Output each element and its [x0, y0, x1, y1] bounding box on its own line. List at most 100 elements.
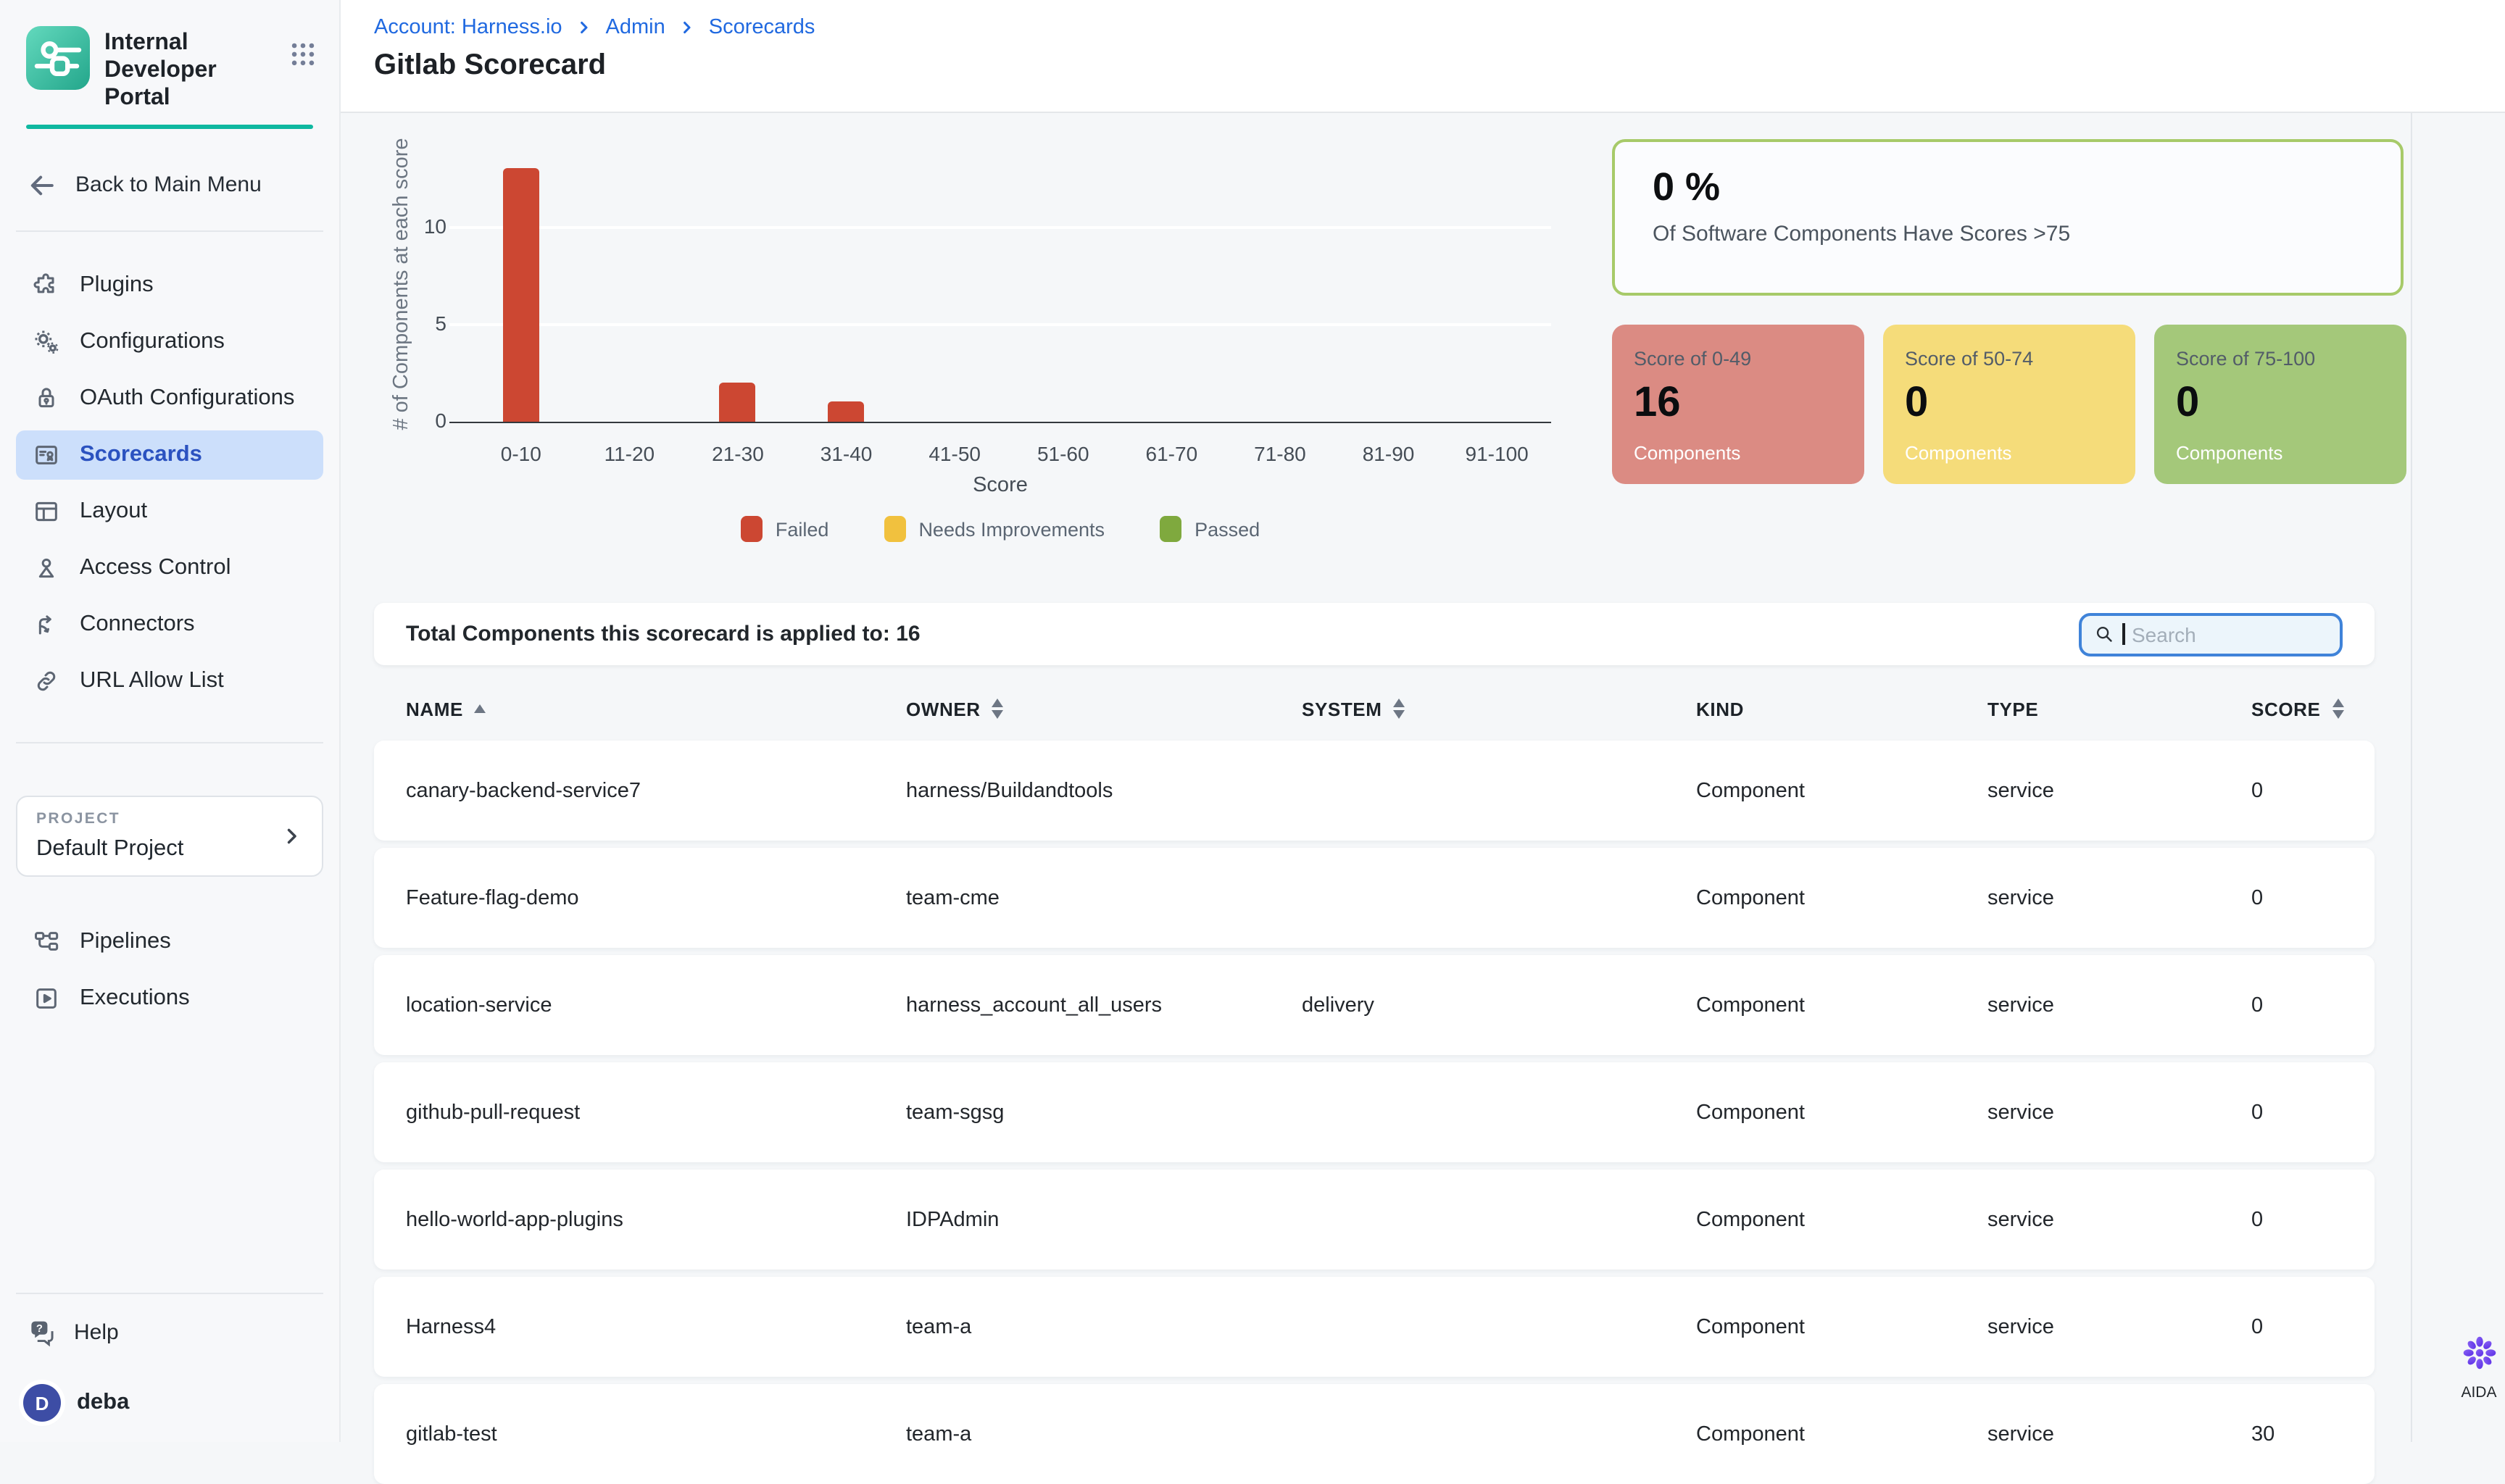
table-row[interactable]: Feature-flag-demo team-cme Component ser…: [374, 848, 2375, 948]
search-input[interactable]: [2132, 622, 2328, 646]
app-grid-icon[interactable]: [287, 38, 319, 70]
score-card-title: Score of 75-100: [2176, 348, 2385, 370]
bar-slot: [792, 401, 901, 421]
cell-owner: team-cme: [906, 886, 1302, 909]
sidebar-item-label: Scorecards: [80, 441, 202, 467]
legend-swatch: [884, 516, 905, 542]
table-row[interactable]: Harness4 team-a Component service 0: [374, 1277, 2375, 1377]
score-card-score-of-75-100: Score of 75-100 0 Components: [2154, 325, 2406, 484]
cell-owner: harness_account_all_users: [906, 993, 1302, 1017]
aida-widget[interactable]: AIDA: [2446, 1333, 2505, 1401]
legend-item-failed: Failed: [741, 516, 829, 542]
column-header-owner[interactable]: OWNER: [906, 698, 1302, 720]
column-label: NAME: [406, 698, 463, 720]
help-label: Help: [74, 1320, 119, 1344]
cell-type: service: [1987, 779, 2251, 802]
user-menu[interactable]: D deba: [16, 1381, 323, 1425]
cell-owner: harness/Buildandtools: [906, 779, 1302, 802]
cell-owner: team-sgsg: [906, 1101, 1302, 1124]
legend-item-passed: Passed: [1160, 516, 1260, 542]
chevron-right-icon: [678, 19, 696, 36]
sidebar-item-scorecards[interactable]: Scorecards: [16, 430, 323, 479]
layout-icon: [32, 496, 61, 525]
x-tick-label: 11-20: [576, 442, 684, 465]
column-header-system[interactable]: SYSTEM: [1302, 698, 1696, 720]
cell-name: Feature-flag-demo: [406, 886, 906, 909]
scorecards-icon: [32, 440, 61, 469]
back-to-main-menu[interactable]: Back to Main Menu: [0, 169, 339, 201]
brand-underline: [26, 124, 313, 128]
cell-name: gitlab-test: [406, 1422, 906, 1446]
back-to-main-menu-label: Back to Main Menu: [75, 172, 262, 197]
bar-slot: [467, 169, 576, 421]
y-tick-label: 5: [394, 312, 446, 335]
page-header: Account: Harness.io Admin Scorecards Git…: [341, 0, 2505, 113]
cell-type: service: [1987, 886, 2251, 909]
y-tick-label: 0: [394, 409, 446, 432]
chevron-right-icon: [576, 19, 593, 36]
total-components-label: Total Components this scorecard is appli…: [406, 622, 921, 646]
cell-score: 0: [2251, 779, 2343, 802]
table-row[interactable]: gitlab-test team-a Component service 30: [374, 1384, 2375, 1484]
cell-kind: Component: [1696, 1422, 1987, 1446]
score-range-cards: Score of 0-49 16 ComponentsScore of 50-7…: [1612, 325, 2406, 484]
column-label: OWNER: [906, 698, 981, 720]
breadcrumb: Account: Harness.io Admin Scorecards: [374, 16, 2505, 39]
table-row[interactable]: canary-backend-service7 harness/Buildand…: [374, 741, 2375, 841]
help-button[interactable]: ? Help: [16, 1312, 323, 1352]
oauth-icon: [32, 383, 61, 412]
score-card-title: Score of 0-49: [1634, 348, 1843, 370]
plugins-icon: [32, 270, 61, 299]
chart-x-axis-line: [449, 421, 1551, 423]
project-selector[interactable]: PROJECT Default Project: [16, 795, 323, 876]
cell-owner: team-a: [906, 1315, 1302, 1338]
table-row[interactable]: hello-world-app-plugins IDPAdmin Compone…: [374, 1170, 2375, 1270]
chart-x-tick-labels: 0-1011-2021-3031-4041-5051-6061-7071-808…: [467, 442, 1551, 465]
table-header-row: NAME OWNER SYSTEMKINDTYPE SCORE: [374, 691, 2375, 726]
breadcrumb-admin-link[interactable]: Admin: [606, 16, 665, 39]
cell-kind: Component: [1696, 993, 1987, 1017]
table-row[interactable]: location-service harness_account_all_use…: [374, 955, 2375, 1055]
search-icon: [2093, 623, 2115, 645]
legend-label: Needs Improvements: [918, 518, 1105, 540]
text-caret: [2122, 623, 2124, 645]
legend-swatch: [741, 516, 763, 542]
sidebar-item-oauth-configurations[interactable]: OAuth Configurations: [16, 373, 323, 422]
sidebar-item-connectors[interactable]: Connectors: [16, 599, 323, 649]
aida-flower-icon: [2459, 1333, 2498, 1372]
access-control-icon: [32, 553, 61, 582]
sidebar-item-url-allow-list[interactable]: URL Allow List: [16, 656, 323, 705]
app-root: Internal Developer Portal Back to Main M…: [0, 0, 2505, 1442]
score-card-score-of-50-74: Score of 50-74 0 Components: [1883, 325, 2135, 484]
breadcrumb-scorecards-link[interactable]: Scorecards: [709, 16, 815, 39]
cell-name: github-pull-request: [406, 1101, 906, 1124]
column-label: SCORE: [2251, 698, 2320, 720]
cell-score: 0: [2251, 993, 2343, 1017]
sidebar-item-access-control[interactable]: Access Control: [16, 543, 323, 592]
column-header-score[interactable]: SCORE: [2251, 698, 2343, 720]
sidebar-item-layout[interactable]: Layout: [16, 486, 323, 535]
pipelines-icon: [32, 927, 61, 956]
sidebar-project-menu: Pipelines Executions: [0, 917, 339, 1030]
percent-caption: Of Software Components Have Scores >75: [1653, 222, 2363, 246]
column-header-type[interactable]: TYPE: [1987, 698, 2251, 720]
table-row[interactable]: github-pull-request team-sgsg Component …: [374, 1062, 2375, 1162]
y-tick-label: 10: [394, 214, 446, 238]
executions-icon: [32, 983, 61, 1012]
sidebar-header: Internal Developer Portal: [0, 0, 339, 112]
breadcrumb-account-link[interactable]: Account: Harness.io: [374, 16, 562, 39]
sidebar-item-configurations[interactable]: Configurations: [16, 317, 323, 366]
column-label: TYPE: [1987, 698, 2038, 720]
x-tick-label: 0-10: [467, 442, 576, 465]
sidebar-item-executions[interactable]: Executions: [16, 973, 323, 1022]
x-tick-label: 21-30: [684, 442, 792, 465]
sidebar-item-plugins[interactable]: Plugins: [16, 260, 323, 309]
sidebar-divider: [16, 230, 323, 231]
column-header-name[interactable]: NAME: [406, 698, 906, 720]
column-header-kind[interactable]: KIND: [1696, 698, 1987, 720]
cell-type: service: [1987, 1101, 2251, 1124]
sidebar-item-pipelines[interactable]: Pipelines: [16, 917, 323, 966]
x-tick-label: 41-50: [900, 442, 1009, 465]
cell-kind: Component: [1696, 779, 1987, 802]
x-tick-label: 81-90: [1334, 442, 1443, 465]
